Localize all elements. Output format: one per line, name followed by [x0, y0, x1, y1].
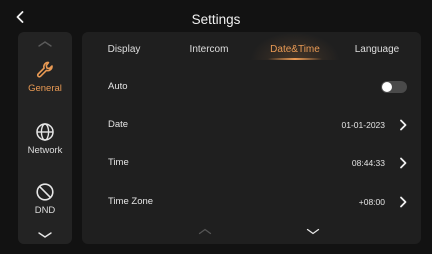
tab-language[interactable]: Language	[355, 44, 400, 55]
scroll-down-icon[interactable]	[306, 228, 320, 235]
chevron-right-icon[interactable]	[399, 157, 407, 169]
scroll-up-icon[interactable]	[198, 228, 212, 235]
globe-icon	[36, 123, 54, 141]
setting-row-date[interactable]: Date 01-01-2023	[82, 106, 421, 144]
timezone-value: +08:00	[358, 197, 385, 207]
tab-bar: Display Intercom Date&Time Language	[82, 32, 421, 62]
page-title: Settings	[191, 12, 241, 27]
chevron-right-icon[interactable]	[399, 119, 407, 131]
sidebar: General Network DND	[18, 32, 72, 244]
sidebar-scroll-down-icon[interactable]	[37, 231, 53, 239]
sidebar-item-network[interactable]: Network	[18, 122, 72, 156]
tab-date-time[interactable]: Date&Time	[270, 44, 320, 55]
active-tab-indicator	[268, 58, 322, 60]
date-label: Date	[108, 119, 129, 130]
toggle-knob	[382, 82, 392, 92]
wrench-icon	[36, 61, 53, 78]
sidebar-item-label: General	[28, 83, 62, 94]
sidebar-item-general[interactable]: General	[18, 60, 72, 94]
date-value: 01-01-2023	[341, 120, 385, 130]
setting-row-time[interactable]: Time 08:44:33	[82, 144, 421, 182]
setting-row-auto: Auto	[82, 68, 421, 106]
sidebar-scroll-up-icon[interactable]	[37, 40, 53, 48]
chevron-right-icon[interactable]	[399, 196, 407, 208]
tab-intercom[interactable]: Intercom	[190, 44, 229, 55]
time-value: 08:44:33	[351, 158, 385, 168]
auto-toggle[interactable]	[381, 81, 407, 93]
header-bar: Settings	[0, 0, 432, 34]
sidebar-item-label: Network	[27, 145, 63, 156]
block-icon	[36, 183, 54, 201]
setting-row-timezone[interactable]: Time Zone +08:00	[82, 183, 421, 221]
sidebar-item-label: DND	[34, 205, 56, 216]
timezone-label: Time Zone	[108, 196, 154, 207]
tab-display[interactable]: Display	[108, 44, 141, 55]
auto-label: Auto	[108, 81, 128, 92]
settings-panel: Display Intercom Date&Time Language Auto…	[82, 32, 421, 244]
sidebar-item-dnd[interactable]: DND	[18, 182, 72, 216]
time-label: Time	[108, 157, 129, 168]
